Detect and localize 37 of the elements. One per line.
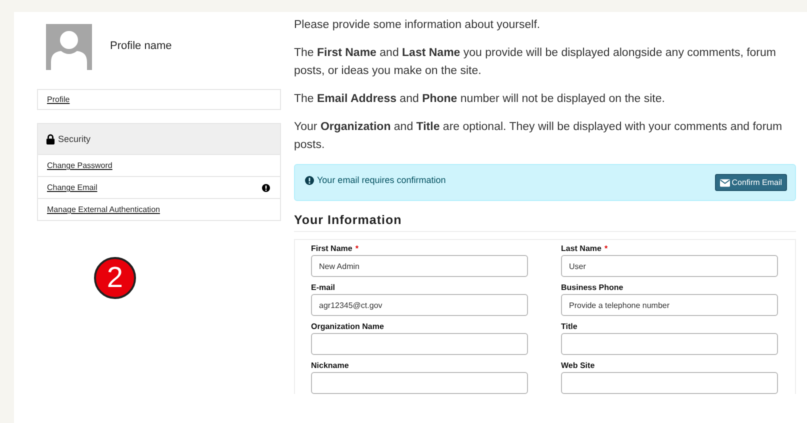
field-label: Business Phone bbox=[561, 283, 624, 292]
required-mark: * bbox=[355, 244, 358, 253]
sidebar-link[interactable]: Change Email bbox=[47, 183, 98, 192]
field-label: Web Site bbox=[561, 361, 595, 370]
alert-message: Your email requires confirmation bbox=[317, 175, 446, 185]
avatar-icon bbox=[46, 24, 92, 70]
field-label: Organization Name bbox=[311, 322, 384, 331]
field-label: Last Name bbox=[561, 244, 602, 253]
input-field[interactable] bbox=[311, 333, 528, 355]
input-field[interactable] bbox=[561, 333, 778, 355]
input-field[interactable]: New Admin bbox=[311, 255, 528, 277]
field-label: First Name bbox=[311, 244, 352, 253]
info-icon bbox=[305, 176, 314, 184]
input-field[interactable]: User bbox=[561, 255, 778, 277]
intro-paragraph: The Email Address and Phone number will not be displayed on the site. bbox=[294, 92, 666, 107]
intro-paragraph: The First Name and Last Name you provide will be displayed alongside any comments, forum posts, or ideas you make on the site. bbox=[294, 46, 777, 79]
confirm-email-button[interactable]: Confirm Email bbox=[714, 174, 787, 191]
field-label: E-mail bbox=[311, 283, 336, 292]
step-badge: 2 bbox=[94, 257, 136, 299]
profile-name: Profile name bbox=[110, 40, 172, 52]
required-mark: * bbox=[604, 244, 608, 253]
input-field[interactable]: agr12345@ct.gov bbox=[311, 294, 528, 316]
input-field[interactable] bbox=[561, 372, 778, 394]
input-field[interactable]: Provide a telephone number bbox=[561, 294, 778, 316]
intro-paragraph: Your Organization and Title are optional. They will be displayed with your comments and forum posts. bbox=[294, 120, 784, 153]
lock-icon bbox=[46, 134, 55, 144]
envelope-icon bbox=[720, 178, 730, 186]
sidebar-link[interactable]: Change Password bbox=[47, 161, 112, 170]
alert-icon bbox=[262, 184, 270, 192]
input-field[interactable] bbox=[311, 372, 528, 394]
intro-paragraph: Please provide some information about yourself. bbox=[294, 18, 542, 33]
field-label: Title bbox=[561, 322, 578, 331]
security-title: Security bbox=[58, 134, 91, 144]
profile-link[interactable]: Profile bbox=[38, 90, 280, 109]
field-label: Nickname bbox=[311, 361, 349, 370]
section-heading: Your Information bbox=[294, 213, 796, 232]
sidebar-link[interactable]: Manage External Authentication bbox=[47, 205, 160, 214]
